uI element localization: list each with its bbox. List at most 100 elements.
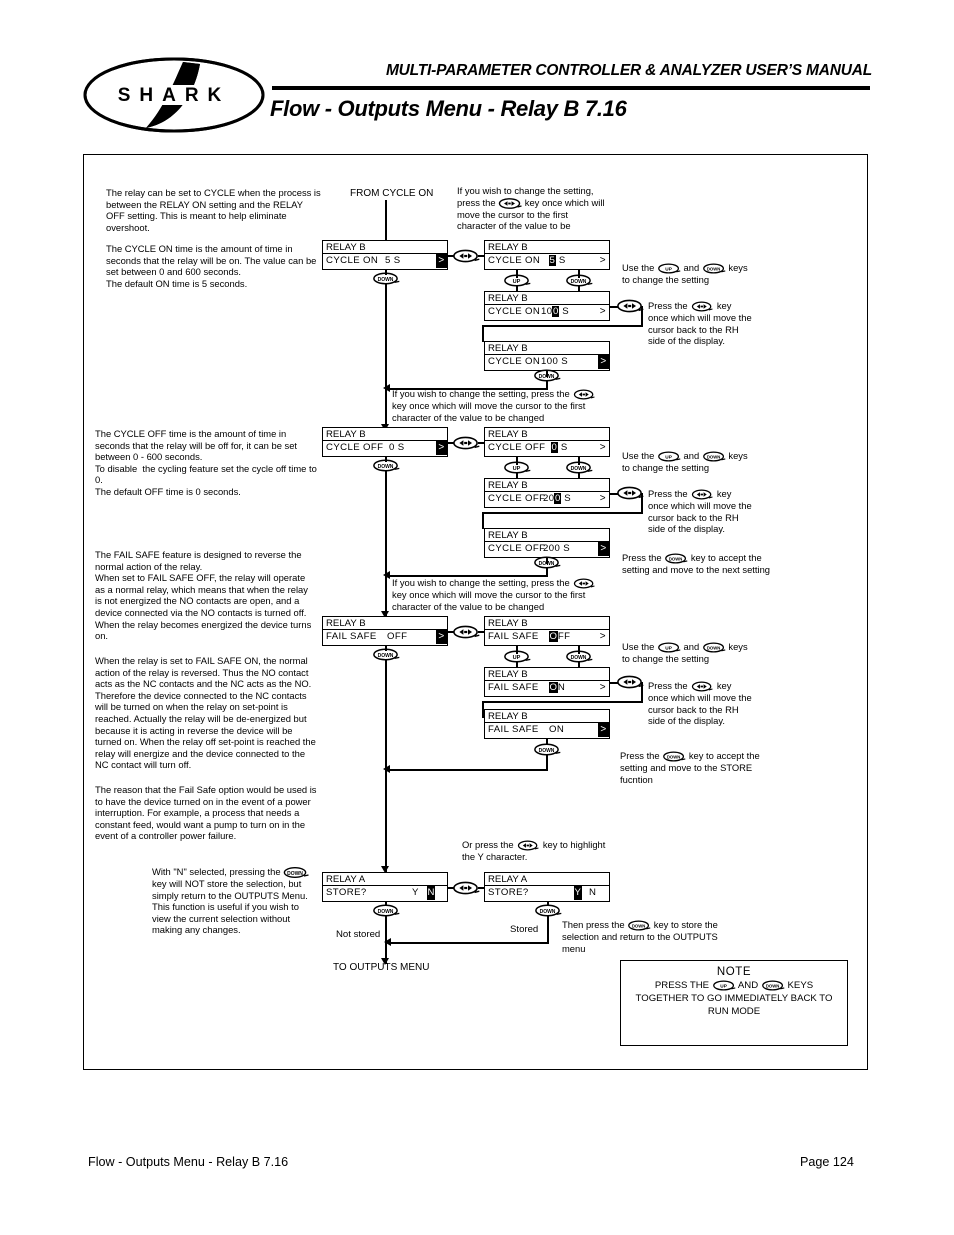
lcd-cursor-right: > (598, 542, 609, 556)
left-right-key-icon (616, 486, 644, 505)
note-title: NOTE (716, 966, 752, 978)
lcd-value-group: ON (549, 681, 565, 695)
down-key-icon: DOWN (702, 263, 726, 274)
lcd-cursor-right-plain: > (599, 442, 606, 453)
lcd-line2: FAIL SAFE ON > (485, 723, 609, 737)
svg-text:DOWN: DOWN (707, 646, 720, 651)
lcd-cursor-right-plain: > (599, 682, 606, 693)
lcd-title: RELAY B (485, 479, 609, 492)
instr-updown-a: Use the (622, 262, 655, 273)
lcd-cursor-right-plain: > (599, 493, 606, 504)
arrow-left-4 (384, 938, 391, 946)
lcd-line2: CYCLE ON 100 S > (485, 305, 609, 319)
to-outputs-menu-label: TO OUTPUTS MENU (333, 962, 430, 973)
svg-text:DOWN: DOWN (539, 374, 555, 380)
lcd-title: RELAY A (323, 873, 447, 886)
instruction-use-updown-3: Use the UP and DOWN keys to change the s… (622, 641, 752, 665)
lcd-value-pre: 20 (543, 493, 555, 504)
lcd-value: 0 S (389, 442, 405, 453)
store-n-text-a: With "N" selected, pressing the (152, 866, 281, 877)
footer-page-number: Page 124 (800, 1155, 854, 1169)
instr-updown-and: and (683, 262, 700, 273)
lcd-value-group: 200 S (543, 492, 571, 506)
connector-bracket-h (482, 325, 643, 327)
lcd-value: 100 S (541, 356, 569, 367)
instruction-change-setting-top: If you wish to change the setting, press… (457, 185, 609, 232)
svg-text:DOWN: DOWN (571, 655, 587, 661)
lcd-cycle-on-cursor: RELAY B CYCLE ON 5 S > (484, 240, 610, 270)
paragraph-cycle-on: The CYCLE ON time is the amount of time … (106, 243, 317, 289)
svg-text:DOWN: DOWN (378, 464, 394, 470)
lcd-cursor-right: > (436, 630, 447, 644)
left-right-key-icon (572, 578, 596, 589)
svg-text:UP: UP (513, 466, 521, 472)
down-key-icon: DOWN (283, 867, 309, 879)
svg-text:DOWN: DOWN (571, 279, 587, 285)
lcd-title: RELAY B (485, 668, 609, 681)
lcd-line2: CYCLE ON 100 S > (485, 355, 609, 369)
instr-cs3-b: key once which will move the cursor to t… (392, 589, 586, 612)
instruction-or-press: Or press the key to highlight the Y char… (462, 839, 620, 863)
instruction-change-setting-2: If you wish to change the setting, press… (392, 388, 608, 423)
lcd-value: 200 S (543, 543, 571, 554)
connector-off-bracket-h (482, 512, 643, 514)
lcd-failsafe-on-cursor: RELAY B FAIL SAFE ON > (484, 667, 610, 697)
page-title: Flow - Outputs Menu - Relay B 7.16 (270, 96, 627, 121)
lcd-title: RELAY B (323, 428, 447, 441)
lcd-option-no: N (589, 887, 597, 898)
down-key-icon: DOWN (662, 751, 686, 762)
down-key-icon: DOWN (761, 980, 785, 991)
lcd-label: CYCLE OFF (326, 442, 384, 453)
left-right-key-icon (616, 299, 644, 318)
note-box: NOTE PRESS THE UP AND DOWN KEYS TOGETHER… (620, 960, 848, 1046)
manual-title: MULTI-PARAMETER CONTROLLER & ANALYZER US… (385, 62, 872, 79)
connector-off-bracket-down (482, 512, 484, 529)
connector-fs4-return (388, 769, 547, 771)
lcd-cursor-right-plain: > (599, 306, 606, 317)
instruction-press-lr-1: Press the key once which will move the c… (648, 300, 753, 347)
note-line1-a: PRESS THE (654, 980, 710, 991)
lcd-option-yes-highlighted: Y (574, 886, 582, 900)
left-right-key-icon (498, 197, 522, 209)
connector-storeY-return (390, 942, 548, 944)
lcd-cycle-on-final: RELAY B CYCLE ON 100 S > (484, 341, 610, 371)
lcd-value-rest: N (557, 682, 566, 693)
svg-text:DOWN: DOWN (707, 455, 720, 460)
up-key-icon: UP (657, 451, 681, 462)
instr-updown-a: Use the (622, 450, 655, 461)
paragraph-failsafe-reason: The reason that the Fail Safe option wou… (95, 784, 317, 842)
instruction-change-setting-3: If you wish to change the setting, press… (392, 577, 608, 612)
instr-updown-a: Use the (622, 641, 655, 652)
lcd-failsafe-initial: RELAY B FAIL SAFE OFF > (322, 616, 448, 646)
lcd-cycle-off-cursor: RELAY B CYCLE OFF 0 S > (484, 427, 610, 457)
left-right-key-icon (690, 489, 714, 500)
svg-text:UP: UP (513, 279, 521, 285)
lcd-store-y: RELAY A STORE? Y N (484, 872, 610, 902)
lcd-line2: CYCLE ON 5 S > (323, 254, 447, 268)
lcd-label: STORE? (326, 887, 367, 898)
label-not-stored: Not stored (336, 929, 381, 940)
instruction-press-lr-3: Press the key once which will move the c… (648, 680, 753, 727)
lcd-cycle-off-initial: RELAY B CYCLE OFF 0 S > (322, 427, 448, 457)
note-line-3: RUN MODE (707, 1006, 761, 1017)
lcd-title: RELAY B (485, 428, 609, 441)
connector-fs-bracket-v (641, 682, 643, 702)
left-right-key-icon (452, 625, 480, 644)
connector-trunk-mid3 (385, 660, 387, 872)
lcd-line2: CYCLE OFF 200 S > (485, 542, 609, 556)
svg-text:UP: UP (513, 655, 521, 661)
lcd-value-rest: S (559, 306, 570, 317)
paragraph-failsafe-off: The FAIL SAFE feature is designed to rev… (95, 549, 312, 642)
svg-text:UP: UP (720, 984, 727, 990)
svg-text:DOWN: DOWN (378, 653, 394, 659)
left-right-key-icon (690, 301, 714, 312)
lcd-title: RELAY B (323, 617, 447, 630)
svg-text:DOWN: DOWN (378, 909, 394, 915)
lcd-title: RELAY B (485, 710, 609, 723)
lcd-cursor-right: > (598, 723, 609, 737)
left-right-key-icon (572, 389, 596, 400)
lcd-failsafe-final: RELAY B FAIL SAFE ON > (484, 709, 610, 739)
instr-cs2-b: key once which will move the cursor to t… (392, 400, 586, 423)
lcd-line2: CYCLE ON 5 S > (485, 254, 609, 268)
lcd-value-rest: S (557, 442, 568, 453)
